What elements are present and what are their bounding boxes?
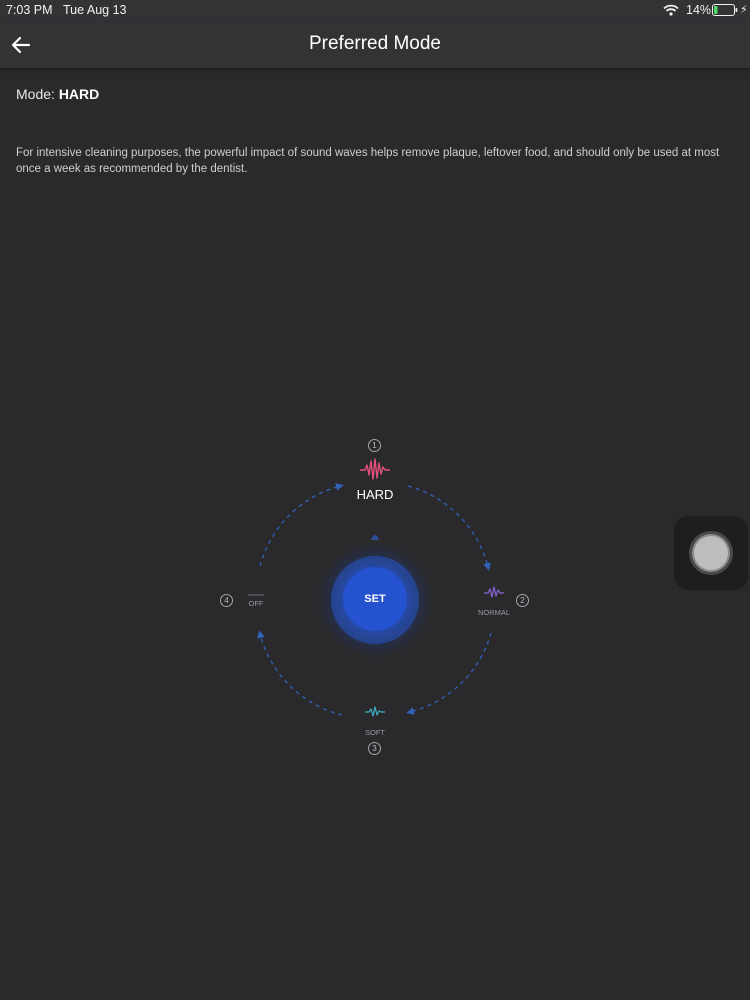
assistive-touch-button[interactable]: [674, 516, 748, 590]
nav-bar: Preferred Mode: [0, 22, 750, 68]
option-normal[interactable]: NORMAL: [468, 608, 520, 617]
option-number-soft: 3: [368, 742, 381, 755]
status-time: 7:03 PM: [6, 3, 53, 17]
arc-hard-to-normal: [407, 485, 491, 571]
mode-description: For intensive cleaning purposes, the pow…: [16, 147, 720, 175]
arc-soft-to-off: [257, 630, 343, 716]
mode-label: Mode:: [16, 86, 55, 102]
option-number-normal: 2: [516, 594, 529, 607]
mode-value: HARD: [58, 86, 100, 102]
option-hard[interactable]: HARD: [340, 487, 410, 502]
arc-normal-to-soft: [406, 632, 492, 715]
wifi-icon: [663, 4, 679, 19]
arc-off-to-hard: [259, 483, 344, 567]
assistive-touch-icon: [694, 536, 728, 570]
mode-indicator: Mode: HARD: [16, 86, 99, 102]
hard-wave-icon: [360, 458, 390, 480]
pointer-indicator: [371, 535, 379, 540]
set-button[interactable]: SET: [343, 567, 407, 631]
option-soft[interactable]: SOFT: [355, 728, 395, 737]
option-off[interactable]: OFF: [240, 599, 272, 608]
charging-icon: ⚡: [740, 4, 748, 16]
soft-wave-icon: [365, 706, 385, 717]
page-title: Preferred Mode: [308, 33, 441, 54]
status-date: Tue Aug 13: [63, 3, 127, 17]
mode-dial: 1 2 3 4 HARD NORMAL SOFT OFF SET: [200, 430, 550, 770]
status-bar: 7:03 PM Tue Aug 13 14% ⚡: [0, 0, 750, 22]
option-number-hard: 1: [368, 439, 381, 452]
battery-icon: [712, 4, 738, 19]
normal-wave-icon: [484, 586, 504, 598]
battery-percent: 14%: [686, 3, 712, 17]
option-number-off: 4: [220, 594, 233, 607]
